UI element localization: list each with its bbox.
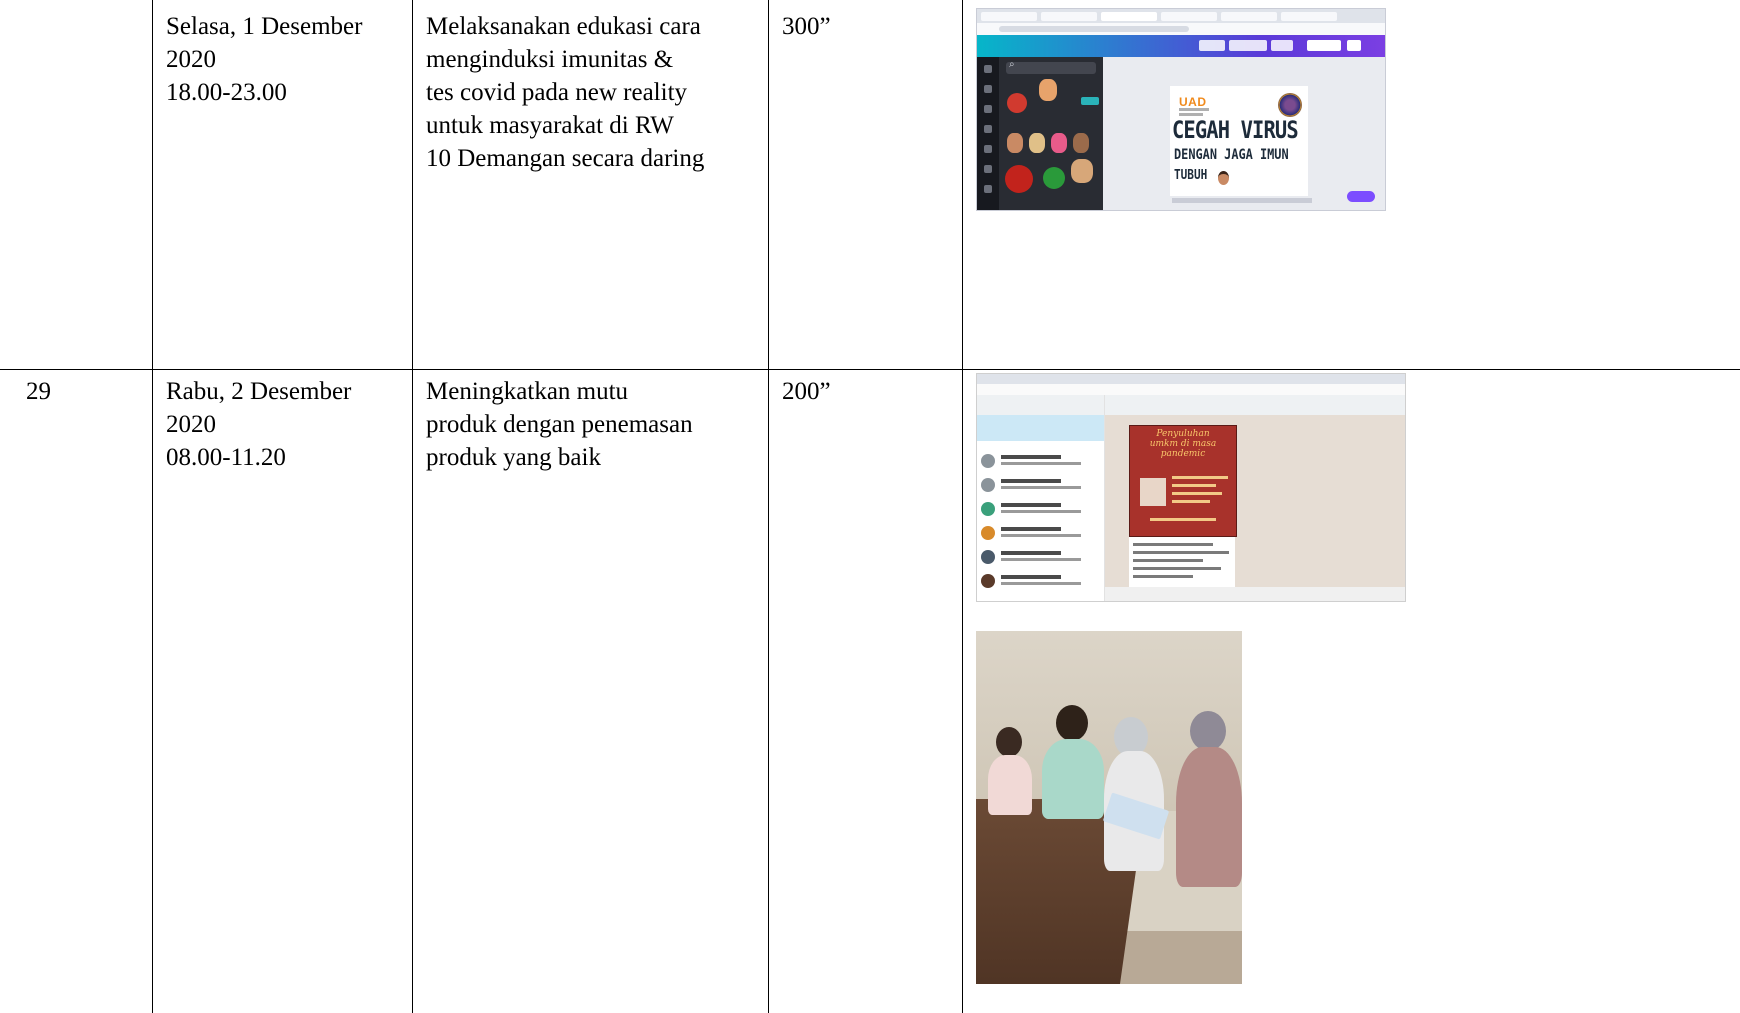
face-emoji-icon [1218,171,1229,185]
activity-line: tes covid pada new reality [426,79,688,106]
activity-line: produk dengan penemasan [426,411,693,438]
row-1-duration: 300” [782,13,831,40]
canva-side-rail [977,57,999,210]
activity-line: Meningkatkan mutu [426,378,629,405]
row-1-activity: Melaksanakan edukasi cara menginduksi im… [426,10,704,175]
canva-search-box: ⌕ [1006,59,1096,74]
date-line: Rabu, 2 Desember [166,378,352,405]
row-1-date: Selasa, 1 Desember 2020 18.00-23.00 [166,10,362,109]
browser-tab-bar [977,9,1385,23]
chat-panel: Penyuluhan umkm di masa pandemic [1105,395,1405,601]
virus-element [1007,93,1027,113]
mask-element [1071,159,1093,183]
person-head-hijab [1190,711,1226,751]
search-icon: ⌕ [1009,59,1015,70]
row-2-activity: Meningkatkan mutu produk dengan penemasa… [426,375,693,474]
poster-title-line: Penyuluhan [1156,429,1210,439]
sidebar-header [977,395,1104,415]
penyuluhan-poster: Penyuluhan umkm di masa pandemic [1129,425,1237,537]
list-item [981,451,1099,473]
poster-title-line: umkm di masa [1149,439,1217,449]
date-line: 18.00-23.00 [166,79,287,106]
person-element [1007,133,1023,153]
person-child [988,755,1032,815]
list-item [981,475,1099,497]
chat-header [1105,395,1405,415]
speaker-photo [1140,478,1166,506]
documentation-photo [976,631,1242,984]
table-border-col3 [768,0,769,1013]
row-2-no: 29 [26,378,51,405]
table-border-left [152,0,153,1013]
person-element [1029,133,1045,153]
person-hijab-pink [1176,747,1242,887]
canva-screenshot: ⌕ UAD CEGAH VIRUS DENGAN JAGA IMUN TUBUH [976,8,1386,211]
person-head [996,727,1022,757]
activity-line: Melaksanakan edukasi cara [426,13,701,40]
person-woman-green [1042,739,1104,819]
message-bubble [1129,537,1235,587]
browser-tab-bar [977,374,1405,384]
row-2-duration: 200” [782,378,831,405]
person-head [1056,705,1088,741]
activity-log-table: Selasa, 1 Desember 2020 18.00-23.00 Mela… [0,0,1740,1013]
help-button [1347,191,1375,202]
person-element [1039,79,1057,101]
virus-illustration [1278,93,1302,117]
poster-headline: CEGAH VIRUS [1172,116,1299,144]
activity-line: menginduksi imunitas & [426,46,674,73]
list-item [981,571,1099,593]
poster-line-2: DENGAN JAGA IMUN [1174,147,1289,163]
poster-line-3: TUBUH [1174,168,1208,183]
poster-title-line: pandemic [1160,449,1206,459]
activity-line: 10 Demangan secara daring [426,145,705,172]
person-element [1073,133,1089,153]
activity-line: produk yang baik [426,444,601,471]
table-border-col2 [412,0,413,1013]
chat-list-sidebar [977,395,1105,601]
virus-element [1005,165,1033,193]
notification-banner [977,415,1104,441]
row-divider [0,369,1740,370]
person-element [1051,133,1067,153]
date-line: 08.00-11.20 [166,444,286,471]
message-input-bar [1105,587,1405,601]
date-line: 2020 [166,46,216,73]
list-item [981,523,1099,545]
table-border-col4 [962,0,963,1013]
teal-element [1081,97,1099,105]
date-line: Selasa, 1 Desember [166,13,363,40]
whatsapp-screenshot: Penyuluhan umkm di masa pandemic [976,373,1406,602]
row-2-date: Rabu, 2 Desember 2020 08.00-11.20 [166,375,351,474]
date-line: 2020 [166,411,216,438]
list-item [981,499,1099,521]
virus-element [1043,167,1065,189]
add-page-bar [1172,198,1312,203]
uad-logo-text: UAD [1179,95,1207,109]
list-item [981,547,1099,569]
activity-line: untuk masyarakat di RW [426,112,674,139]
poster-design: UAD CEGAH VIRUS DENGAN JAGA IMUN TUBUH [1170,86,1308,196]
